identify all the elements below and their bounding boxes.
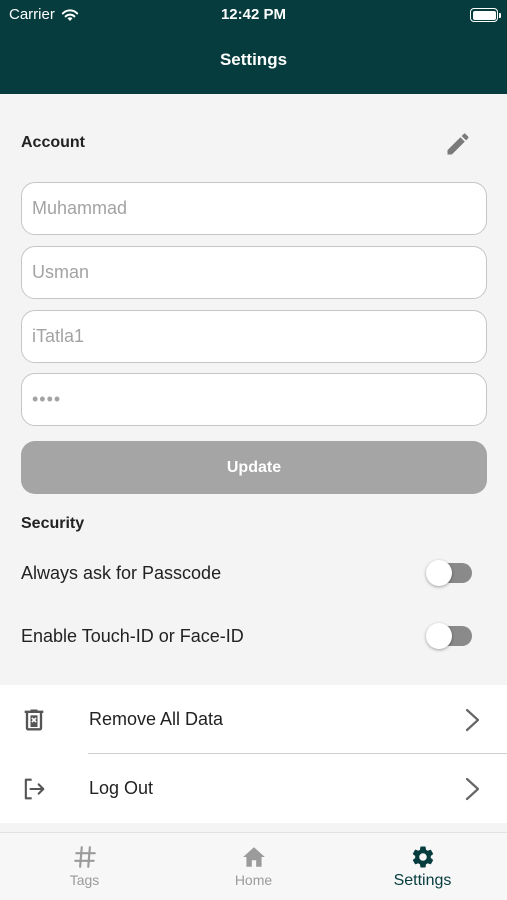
trash-icon	[24, 709, 44, 731]
page-title: Settings	[219, 50, 288, 69]
chevron-right-icon	[465, 708, 480, 732]
tab-settings[interactable]: Settings	[338, 833, 507, 900]
username-field[interactable]	[21, 310, 487, 363]
passcode-label: Always ask for Passcode	[21, 563, 222, 583]
biometric-label: Enable Touch-ID or Face-ID	[21, 626, 244, 646]
remove-all-data-row[interactable]: Remove All Data	[0, 685, 507, 754]
biometric-toggle[interactable]	[426, 623, 472, 649]
edit-pencil-icon[interactable]	[444, 130, 472, 158]
tab-home[interactable]: Home	[169, 833, 338, 900]
gear-icon	[412, 846, 433, 868]
home-icon	[242, 847, 265, 867]
first-name-field[interactable]	[21, 182, 487, 235]
last-name-field[interactable]	[21, 246, 487, 299]
actions-card: Remove All Data Log Out	[0, 685, 507, 823]
battery-icon	[470, 8, 501, 22]
log-out-label: Log Out	[89, 778, 154, 798]
log-out-row[interactable]: Log Out	[0, 754, 507, 823]
account-section-title: Account	[21, 134, 85, 151]
logout-icon	[24, 778, 45, 800]
hashtag-icon	[73, 846, 96, 868]
toggle-knob	[426, 560, 452, 586]
tab-bar: Tags Home Settings	[0, 832, 507, 900]
tab-tags[interactable]: Tags	[0, 833, 169, 900]
chevron-right-icon	[465, 777, 480, 801]
toggle-knob	[426, 623, 452, 649]
password-field[interactable]	[21, 373, 487, 426]
tab-tags-label: Tags	[69, 872, 100, 888]
app-header: Carrier 12:42 PM Settings	[0, 0, 507, 94]
update-button[interactable]: Update	[21, 441, 487, 494]
remove-all-data-label: Remove All Data	[89, 709, 224, 729]
passcode-toggle[interactable]	[426, 560, 472, 586]
status-bar: Carrier 12:42 PM	[0, 6, 507, 26]
tab-settings-label: Settings	[393, 872, 452, 889]
clock: 12:42 PM	[220, 6, 287, 23]
tab-home-label: Home	[234, 872, 273, 888]
security-section-title: Security	[21, 515, 85, 532]
